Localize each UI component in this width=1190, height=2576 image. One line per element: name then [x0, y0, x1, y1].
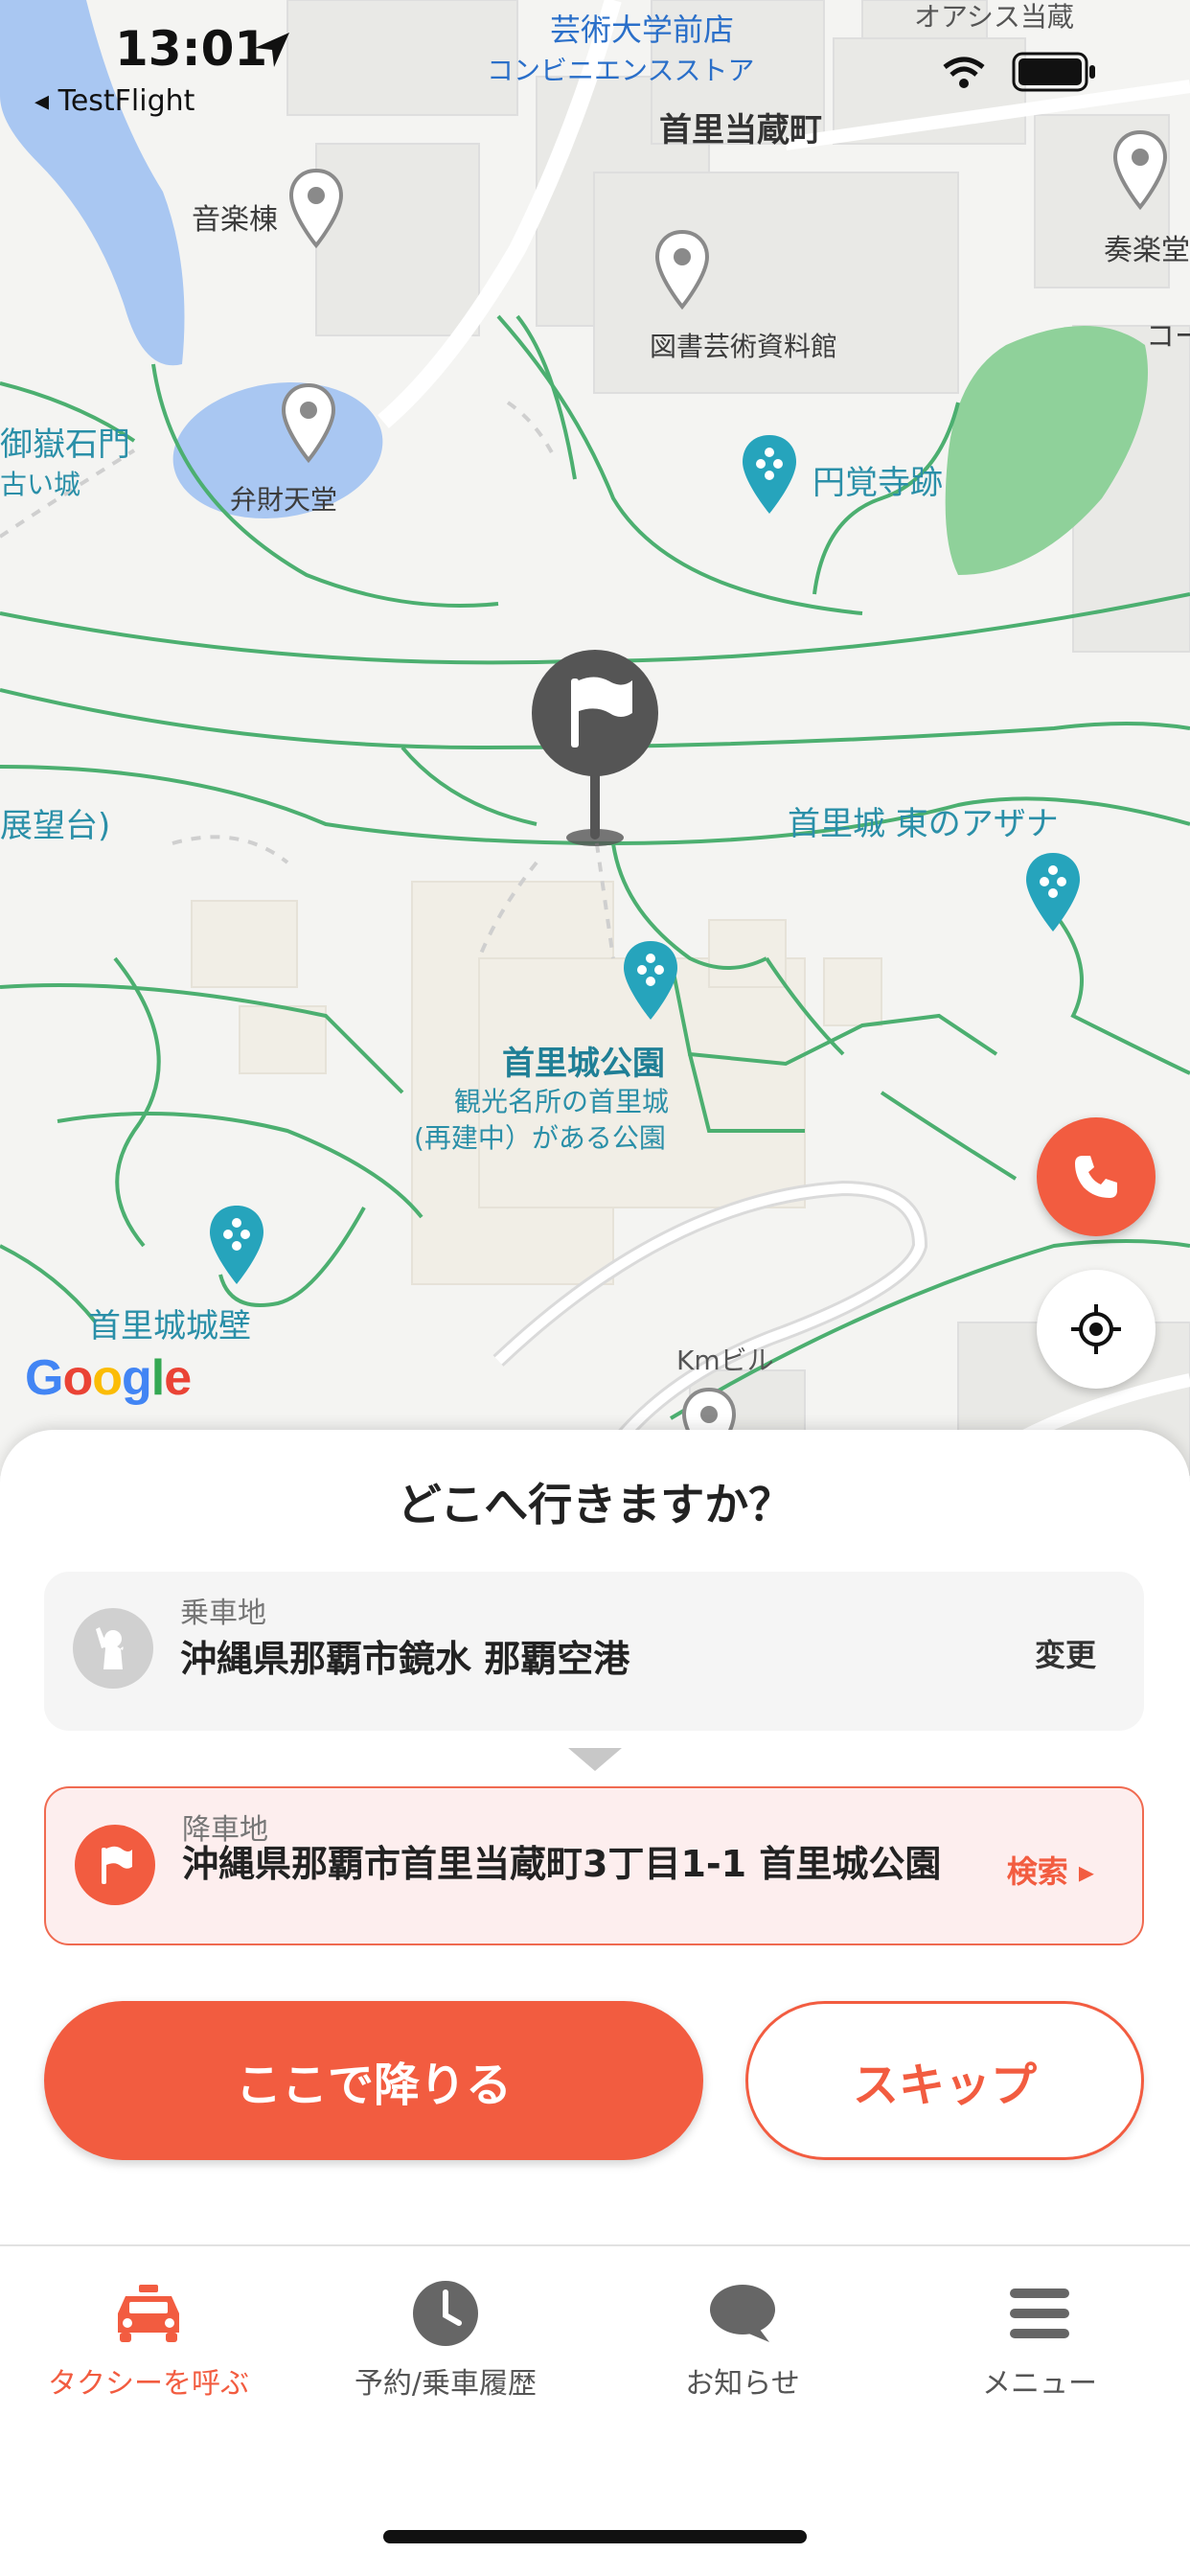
search-dropoff-button[interactable]: 検索 ▸ — [1007, 1848, 1094, 1892]
park-poi-icon[interactable] — [740, 433, 799, 516]
map-pin-icon[interactable] — [280, 383, 337, 464]
park-poi-icon[interactable] — [1023, 851, 1083, 933]
map-pin-icon[interactable] — [287, 169, 345, 249]
back-to-testflight-link[interactable]: ◂ TestFlight — [34, 84, 195, 118]
google-logo: Google — [25, 1350, 192, 1406]
tab-label: メニュー — [982, 2367, 1097, 2401]
map-label-east-azana: 首里城 東のアザナ — [788, 805, 1059, 843]
skip-button[interactable]: スキップ — [745, 2001, 1144, 2160]
tab-history[interactable]: 予約/乗車履歴 — [297, 2275, 594, 2419]
map-label-benzaiten: 弁財天堂 — [230, 484, 338, 516]
clock-icon — [407, 2275, 484, 2352]
dropoff-flag-icon — [75, 1825, 155, 1905]
map-label-km-building: Kmビル — [676, 1345, 774, 1376]
map-label-utaki-gate: 御嶽石門 — [0, 426, 130, 464]
location-arrow-icon — [255, 33, 289, 67]
sheet-title: どこへ行きますか？ — [397, 1479, 793, 1530]
tab-label: タクシーを呼ぶ — [48, 2367, 249, 2401]
current-location-button[interactable] — [1037, 1270, 1156, 1389]
home-indicator — [383, 2530, 807, 2543]
wifi-icon — [943, 57, 985, 88]
map-view[interactable]: 芸術大学前店 コンビニエンスストア オアシス当蔵 首里当蔵町 音楽棟 図書芸術資… — [0, 0, 1190, 1476]
dropoff-location-card[interactable]: 降車地 沖縄県那覇市首里当蔵町3丁目1-1 首里城公園 検索 ▸ — [44, 1786, 1144, 1945]
map-label-music-hall: 音楽棟 — [192, 203, 278, 237]
map-pin-icon[interactable] — [653, 230, 711, 310]
drop-off-here-button[interactable]: ここで降りる — [44, 2001, 703, 2160]
tab-menu[interactable]: メニュー — [891, 2275, 1188, 2419]
destination-sheet: どこへ行きますか？ 乗車地 沖縄県那覇市鏡水 那覇空港 変更 降車地 沖縄県那覇… — [0, 1430, 1190, 2244]
tab-label: お知らせ — [685, 2367, 800, 2401]
call-button[interactable] — [1037, 1117, 1156, 1236]
phone-icon — [1075, 1156, 1117, 1198]
tab-bar: タクシーを呼ぶ 予約/乗車履歴 お知らせ メニュー — [0, 2244, 1190, 2576]
park-poi-icon[interactable] — [207, 1204, 266, 1286]
map-label-park-name: 首里城公園 — [502, 1045, 665, 1083]
map-label-park-desc1: 観光名所の首里城 — [454, 1086, 670, 1117]
tab-label: 予約/乗車履歴 — [354, 2367, 538, 2401]
status-bar: 13:01 ◂ TestFlight — [0, 0, 1190, 134]
crosshair-location-icon — [1071, 1304, 1121, 1354]
map-label-ensou: 奏楽堂 — [1104, 234, 1190, 267]
park-poi-icon[interactable] — [621, 939, 680, 1022]
map-label-library: 図書芸術資料館 — [650, 331, 838, 362]
map-label-old-castle: 古い城 — [0, 469, 81, 500]
battery-icon — [1012, 52, 1095, 92]
map-label-ko: コー — [1146, 320, 1190, 354]
map-label-castle-wall: 首里城城壁 — [88, 1307, 251, 1346]
taxi-icon — [110, 2275, 187, 2352]
pickup-person-icon — [73, 1608, 153, 1689]
destination-flag-pin-icon[interactable] — [525, 648, 665, 853]
map-label-engakuji: 円覚寺跡 — [812, 464, 943, 502]
map-label-park-desc2: (再建中）がある公園 — [414, 1122, 666, 1154]
map-pin-icon[interactable] — [1111, 130, 1169, 211]
map-label-observatory: 展望台) — [0, 807, 111, 845]
down-arrow-icon — [568, 1748, 622, 1771]
tab-notices[interactable]: お知らせ — [594, 2275, 891, 2419]
status-time: 13:01 — [115, 21, 268, 77]
hamburger-menu-icon — [1001, 2275, 1078, 2352]
change-pickup-button[interactable]: 変更 — [1035, 1631, 1096, 1675]
pickup-location-card[interactable]: 乗車地 沖縄県那覇市鏡水 那覇空港 変更 — [44, 1572, 1144, 1731]
dropoff-address: 沖縄県那覇市首里当蔵町3丁目1-1 首里城公園 — [182, 1843, 942, 1885]
chat-bubble-icon — [704, 2275, 781, 2352]
pickup-address: 沖縄県那覇市鏡水 那覇空港 — [180, 1638, 630, 1680]
pickup-label: 乗車地 — [180, 1597, 266, 1630]
tab-call-taxi[interactable]: タクシーを呼ぶ — [0, 2275, 297, 2419]
